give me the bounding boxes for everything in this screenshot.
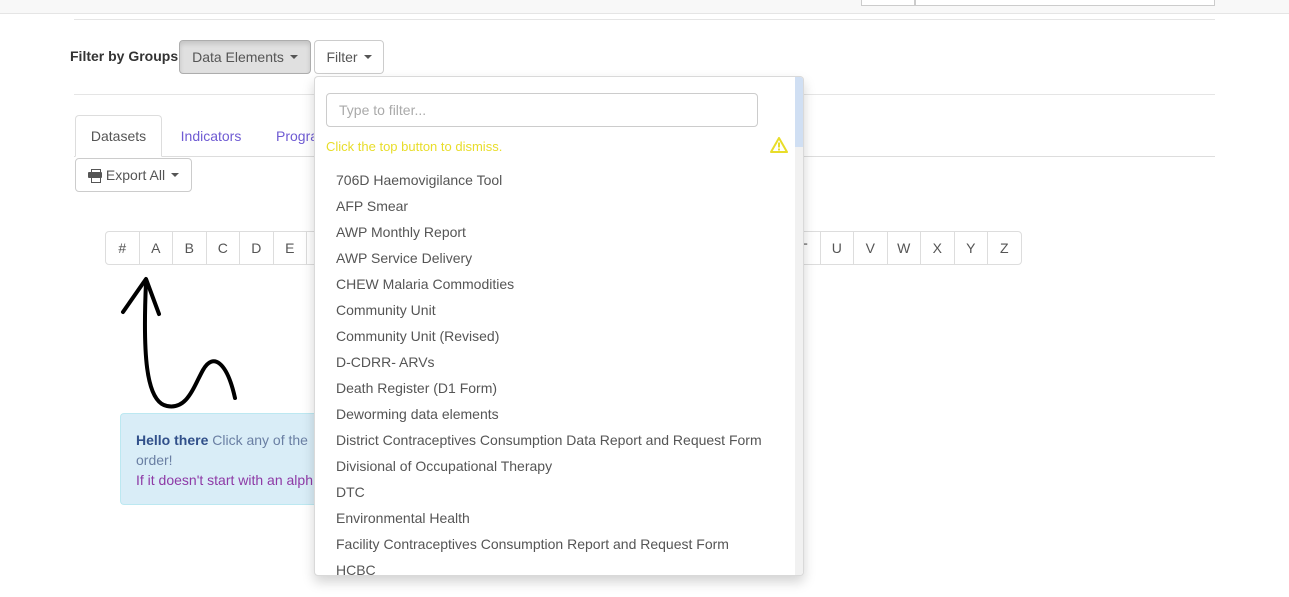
warning-triangle-icon [770,137,788,153]
list-item[interactable]: Facility Contraceptives Consumption Repo… [315,531,795,557]
divider [74,19,1215,20]
letter-pagination-left: # A B C D E [105,231,341,265]
tab-programs[interactable]: Progra [266,115,318,157]
export-all-button[interactable]: Export All [75,158,192,192]
letter-e[interactable]: E [272,231,307,265]
alert-text-2: order! [136,452,173,468]
letter-c[interactable]: C [205,231,240,265]
printer-icon [87,169,102,183]
letter-x[interactable]: X [920,231,955,265]
filter-search-input[interactable] [326,93,758,127]
data-elements-dropdown-button[interactable]: Data Elements [179,40,311,74]
dismiss-hint: Click the top button to dismiss. [326,139,503,154]
letter-b[interactable]: B [172,231,207,265]
filter-label: Filter [326,49,358,65]
list-item[interactable]: Divisional of Occupational Therapy [315,453,795,479]
letter-d[interactable]: D [239,231,274,265]
tab-indicators[interactable]: Indicators [170,115,252,157]
scrollbar-thumb[interactable] [795,77,803,147]
list-item[interactable]: AWP Monthly Report [315,219,795,245]
dataset-list: 706D Haemovigilance Tool AFP Smear AWP M… [315,167,795,575]
list-item[interactable]: Deworming data elements [315,401,795,427]
letter-u[interactable]: U [819,231,854,265]
letter-pagination-right: T U V W X Y Z [786,231,1022,265]
list-item[interactable]: DTC [315,479,795,505]
top-select[interactable] [861,0,915,6]
letter-y[interactable]: Y [953,231,988,265]
list-item[interactable]: AWP Service Delivery [315,245,795,271]
letter-hash[interactable]: # [105,231,140,265]
filter-by-groups-label: Filter by Groups [70,48,179,64]
top-search-input[interactable] [915,0,1215,6]
filter-dropdown-menu: Click the top button to dismiss. 706D Ha… [314,76,804,576]
hand-drawn-arrow-icon [121,277,237,409]
list-item[interactable]: Community Unit [315,297,795,323]
list-item[interactable]: HCBC [315,557,795,575]
list-item[interactable]: AFP Smear [315,193,795,219]
data-elements-label: Data Elements [192,49,284,65]
alert-text-3: If it doesn't start with an alph [136,472,313,488]
caret-down-icon [363,55,372,59]
list-item[interactable]: 706D Haemovigilance Tool [315,167,795,193]
caret-down-icon [289,55,298,59]
list-item[interactable]: CHEW Malaria Commodities [315,271,795,297]
list-item[interactable]: D-CDRR- ARVs [315,349,795,375]
alert-heading: Hello there [136,432,209,448]
export-all-label: Export All [105,167,166,183]
tab-datasets[interactable]: Datasets [75,115,162,157]
caret-down-icon [171,173,180,177]
letter-w[interactable]: W [886,231,921,265]
letter-v[interactable]: V [853,231,888,265]
letter-z[interactable]: Z [987,231,1022,265]
info-alert: Hello there Click any of the order! If i… [120,413,320,505]
list-item[interactable]: Environmental Health [315,505,795,531]
alert-text: Click any of the [212,432,308,448]
filter-dropdown-button[interactable]: Filter [314,40,384,74]
letter-a[interactable]: A [138,231,173,265]
list-item[interactable]: Death Register (D1 Form) [315,375,795,401]
list-item[interactable]: District Contraceptives Consumption Data… [315,427,795,453]
dropdown-scrollbar[interactable] [795,77,803,575]
list-item[interactable]: Community Unit (Revised) [315,323,795,349]
